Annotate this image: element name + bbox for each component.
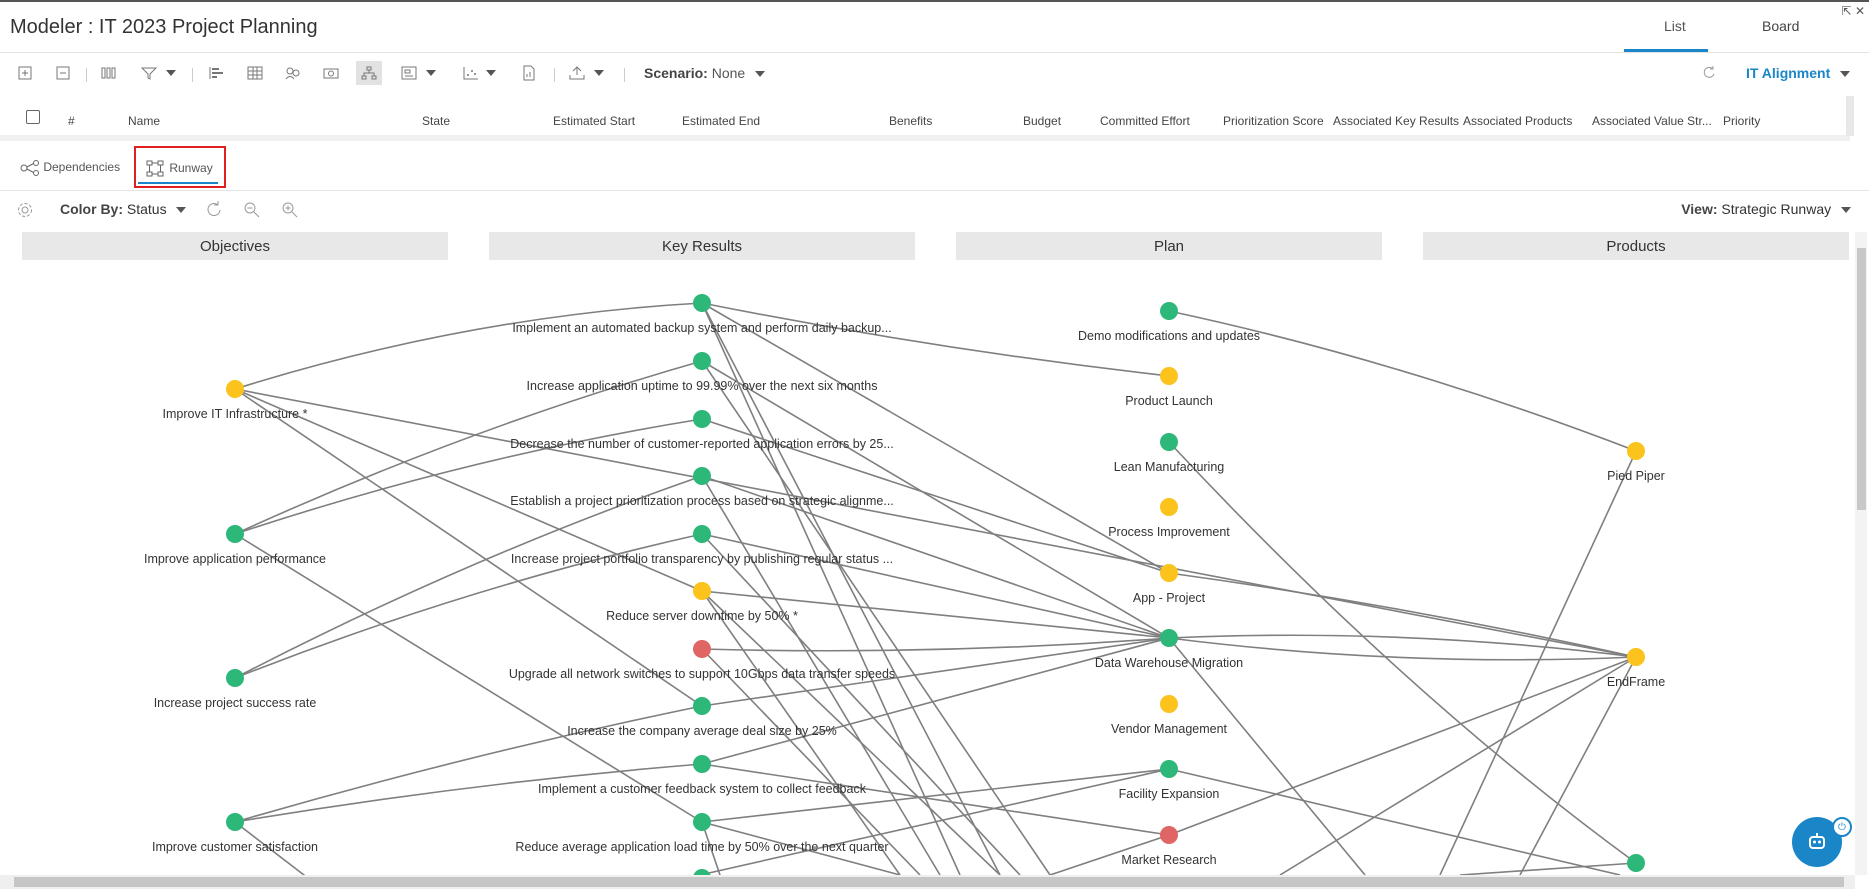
key-results-node[interactable] [693,410,711,428]
key-results-label: Implement a customer feedback system to … [538,782,867,796]
objectives-label: Improve customer satisfaction [152,840,318,854]
key-results-label: Reduce server downtime by 50% * [606,609,798,623]
objectives-label: Increase project success rate [154,696,317,710]
plan-node[interactable] [1160,498,1178,516]
plan-node[interactable] [1160,826,1178,844]
objectives-node[interactable] [226,669,244,687]
link-edge [1279,656,1637,875]
plan-label: Data Warehouse Migration [1095,656,1243,670]
link-edge [1168,768,1621,875]
plan-label: Product Launch [1125,394,1213,408]
objectives-label: Improve application performance [144,552,326,566]
plan-label: Lean Manufacturing [1114,460,1225,474]
plan-label: Market Research [1121,853,1216,867]
objectives-node[interactable] [226,813,244,831]
key-results-label: Implement an automated backup system and… [512,321,891,335]
key-results-node[interactable] [693,294,711,312]
link-edge [234,302,703,390]
close-icon[interactable]: ✕ [1855,4,1865,18]
key-results-node[interactable] [693,640,711,658]
link-edge [1439,450,1637,875]
plan-label: Facility Expansion [1119,787,1220,801]
key-results-label: Decrease the number of customer-reported… [510,437,894,451]
robot-icon [1809,833,1825,849]
key-results-node[interactable] [693,525,711,543]
plan-label: Demo modifications and updates [1078,329,1260,343]
power-icon[interactable]: ⏻ [1832,817,1852,837]
link-edge [701,763,1170,836]
key-results-label: Upgrade all network switches to support … [509,667,895,681]
plan-node[interactable] [1160,564,1178,582]
key-results-label: Increase project portfolio transparency … [511,552,893,566]
plan-node[interactable] [1160,760,1178,778]
plan-node[interactable] [1160,302,1178,320]
horizontal-scrollbar-thumb[interactable] [14,877,1844,887]
runway-graph: Improve IT Infrastructure * Improve appli… [144,294,1665,875]
key-results-node[interactable] [693,755,711,773]
products-node[interactable] [1627,854,1645,872]
vertical-scrollbar-thumb[interactable] [1857,248,1866,510]
objectives-node[interactable] [226,380,244,398]
link-edge [701,533,1021,875]
key-results-node[interactable] [693,582,711,600]
plan-node[interactable] [1160,433,1178,451]
key-results-label: Increase the company average deal size b… [567,724,837,738]
products-label: EndFrame [1607,675,1665,689]
key-results-label: Establish a project prioritization proce… [510,494,894,508]
products-label: Pied Piper [1607,469,1665,483]
link-edge [234,388,1637,658]
key-results-node[interactable] [693,352,711,370]
products-node[interactable] [1627,648,1645,666]
key-results-label: Increase application uptime to 99.99% ov… [527,379,878,393]
key-results-label: Reduce average application load time by … [515,840,888,854]
products-node[interactable] [1627,442,1645,460]
plan-label: Process Improvement [1108,525,1230,539]
link-edge [1168,637,1366,875]
key-results-node[interactable] [693,467,711,485]
key-results-node[interactable] [693,813,711,831]
objectives-label: Improve IT Infrastructure * [163,407,308,421]
objectives-node[interactable] [226,525,244,543]
plan-label: Vendor Management [1111,722,1228,736]
plan-node[interactable] [1160,629,1178,647]
plan-node[interactable] [1160,367,1178,385]
plan-node[interactable] [1160,695,1178,713]
link-edge [1168,656,1637,836]
link-edge [1519,656,1637,875]
key-results-node[interactable] [693,697,711,715]
plan-label: App - Project [1133,591,1206,605]
